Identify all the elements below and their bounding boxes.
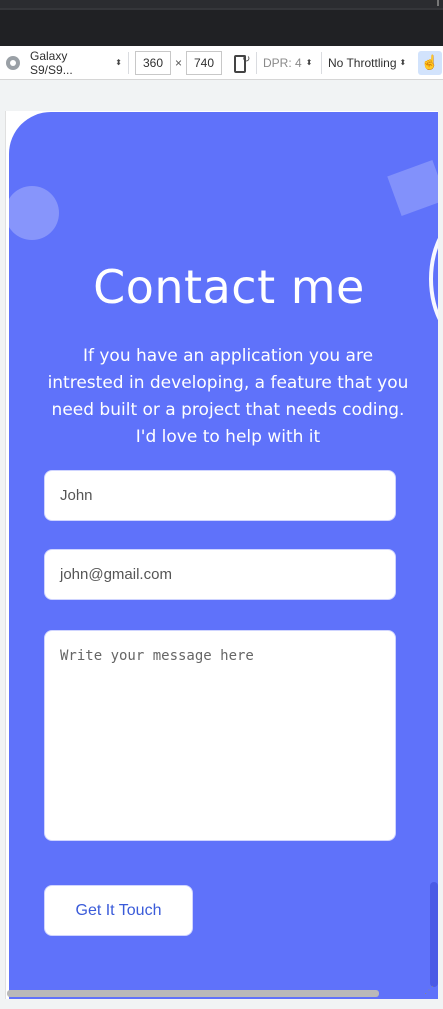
tab-divider	[0, 8, 443, 10]
dpr-label: DPR: 4	[263, 55, 302, 70]
name-input[interactable]: John	[44, 470, 396, 521]
throttling-select[interactable]: No Throttling ⬍	[328, 56, 414, 70]
page-subtitle: If you have an application you are intre…	[47, 346, 409, 447]
submit-button[interactable]: Get It Touch	[44, 885, 193, 936]
message-textarea[interactable]: Write your message here	[44, 630, 396, 841]
device-toolbar: Galaxy S9/S9... ⬍ 360 × 740 DPR: 4 ⬍ No …	[0, 46, 443, 80]
chevron-updown-icon: ⬍	[115, 58, 122, 67]
contact-section: Contact me If you have an application yo…	[9, 112, 438, 999]
dpr-select[interactable]: DPR: 4 ⬍	[263, 56, 315, 70]
window-corner	[437, 0, 439, 6]
device-select-label: Galaxy S9/S9...	[30, 48, 73, 77]
height-input[interactable]: 740	[186, 50, 223, 75]
toolbar-separator	[321, 51, 323, 74]
decorative-square	[387, 160, 438, 216]
throttling-label: No Throttling	[328, 55, 397, 70]
message-placeholder: Write your message here	[60, 648, 254, 664]
device-icon	[6, 55, 20, 70]
chevron-updown-icon: ⬍	[305, 58, 313, 67]
device-select[interactable]: Galaxy S9/S9... ⬍	[30, 49, 122, 77]
touch-icon[interactable]: ☝	[418, 50, 443, 75]
browser-top-bar	[0, 0, 443, 46]
email-input[interactable]: john@gmail.com	[44, 549, 396, 600]
dimension-times: ×	[175, 55, 183, 70]
page-title: Contact me	[93, 260, 365, 314]
toolbar-separator	[128, 51, 129, 74]
resize-grip-icon[interactable]: ⋰	[424, 986, 436, 998]
horizontal-scrollbar-thumb[interactable]	[7, 990, 379, 997]
rotate-icon[interactable]	[232, 54, 250, 73]
tab-strip	[0, 0, 443, 8]
decorative-circle	[9, 186, 59, 240]
width-input[interactable]: 360	[135, 50, 171, 75]
page: Contact me If you have an application yo…	[5, 111, 438, 999]
chevron-updown-icon: ⬍	[399, 58, 407, 67]
vertical-scrollbar-thumb[interactable]	[430, 882, 438, 987]
email-input-value: john@gmail.com	[60, 566, 172, 583]
toolbar-separator	[256, 51, 258, 74]
emulated-viewport: Contact me If you have an application yo…	[0, 80, 443, 1009]
name-input-value: John	[60, 487, 93, 504]
